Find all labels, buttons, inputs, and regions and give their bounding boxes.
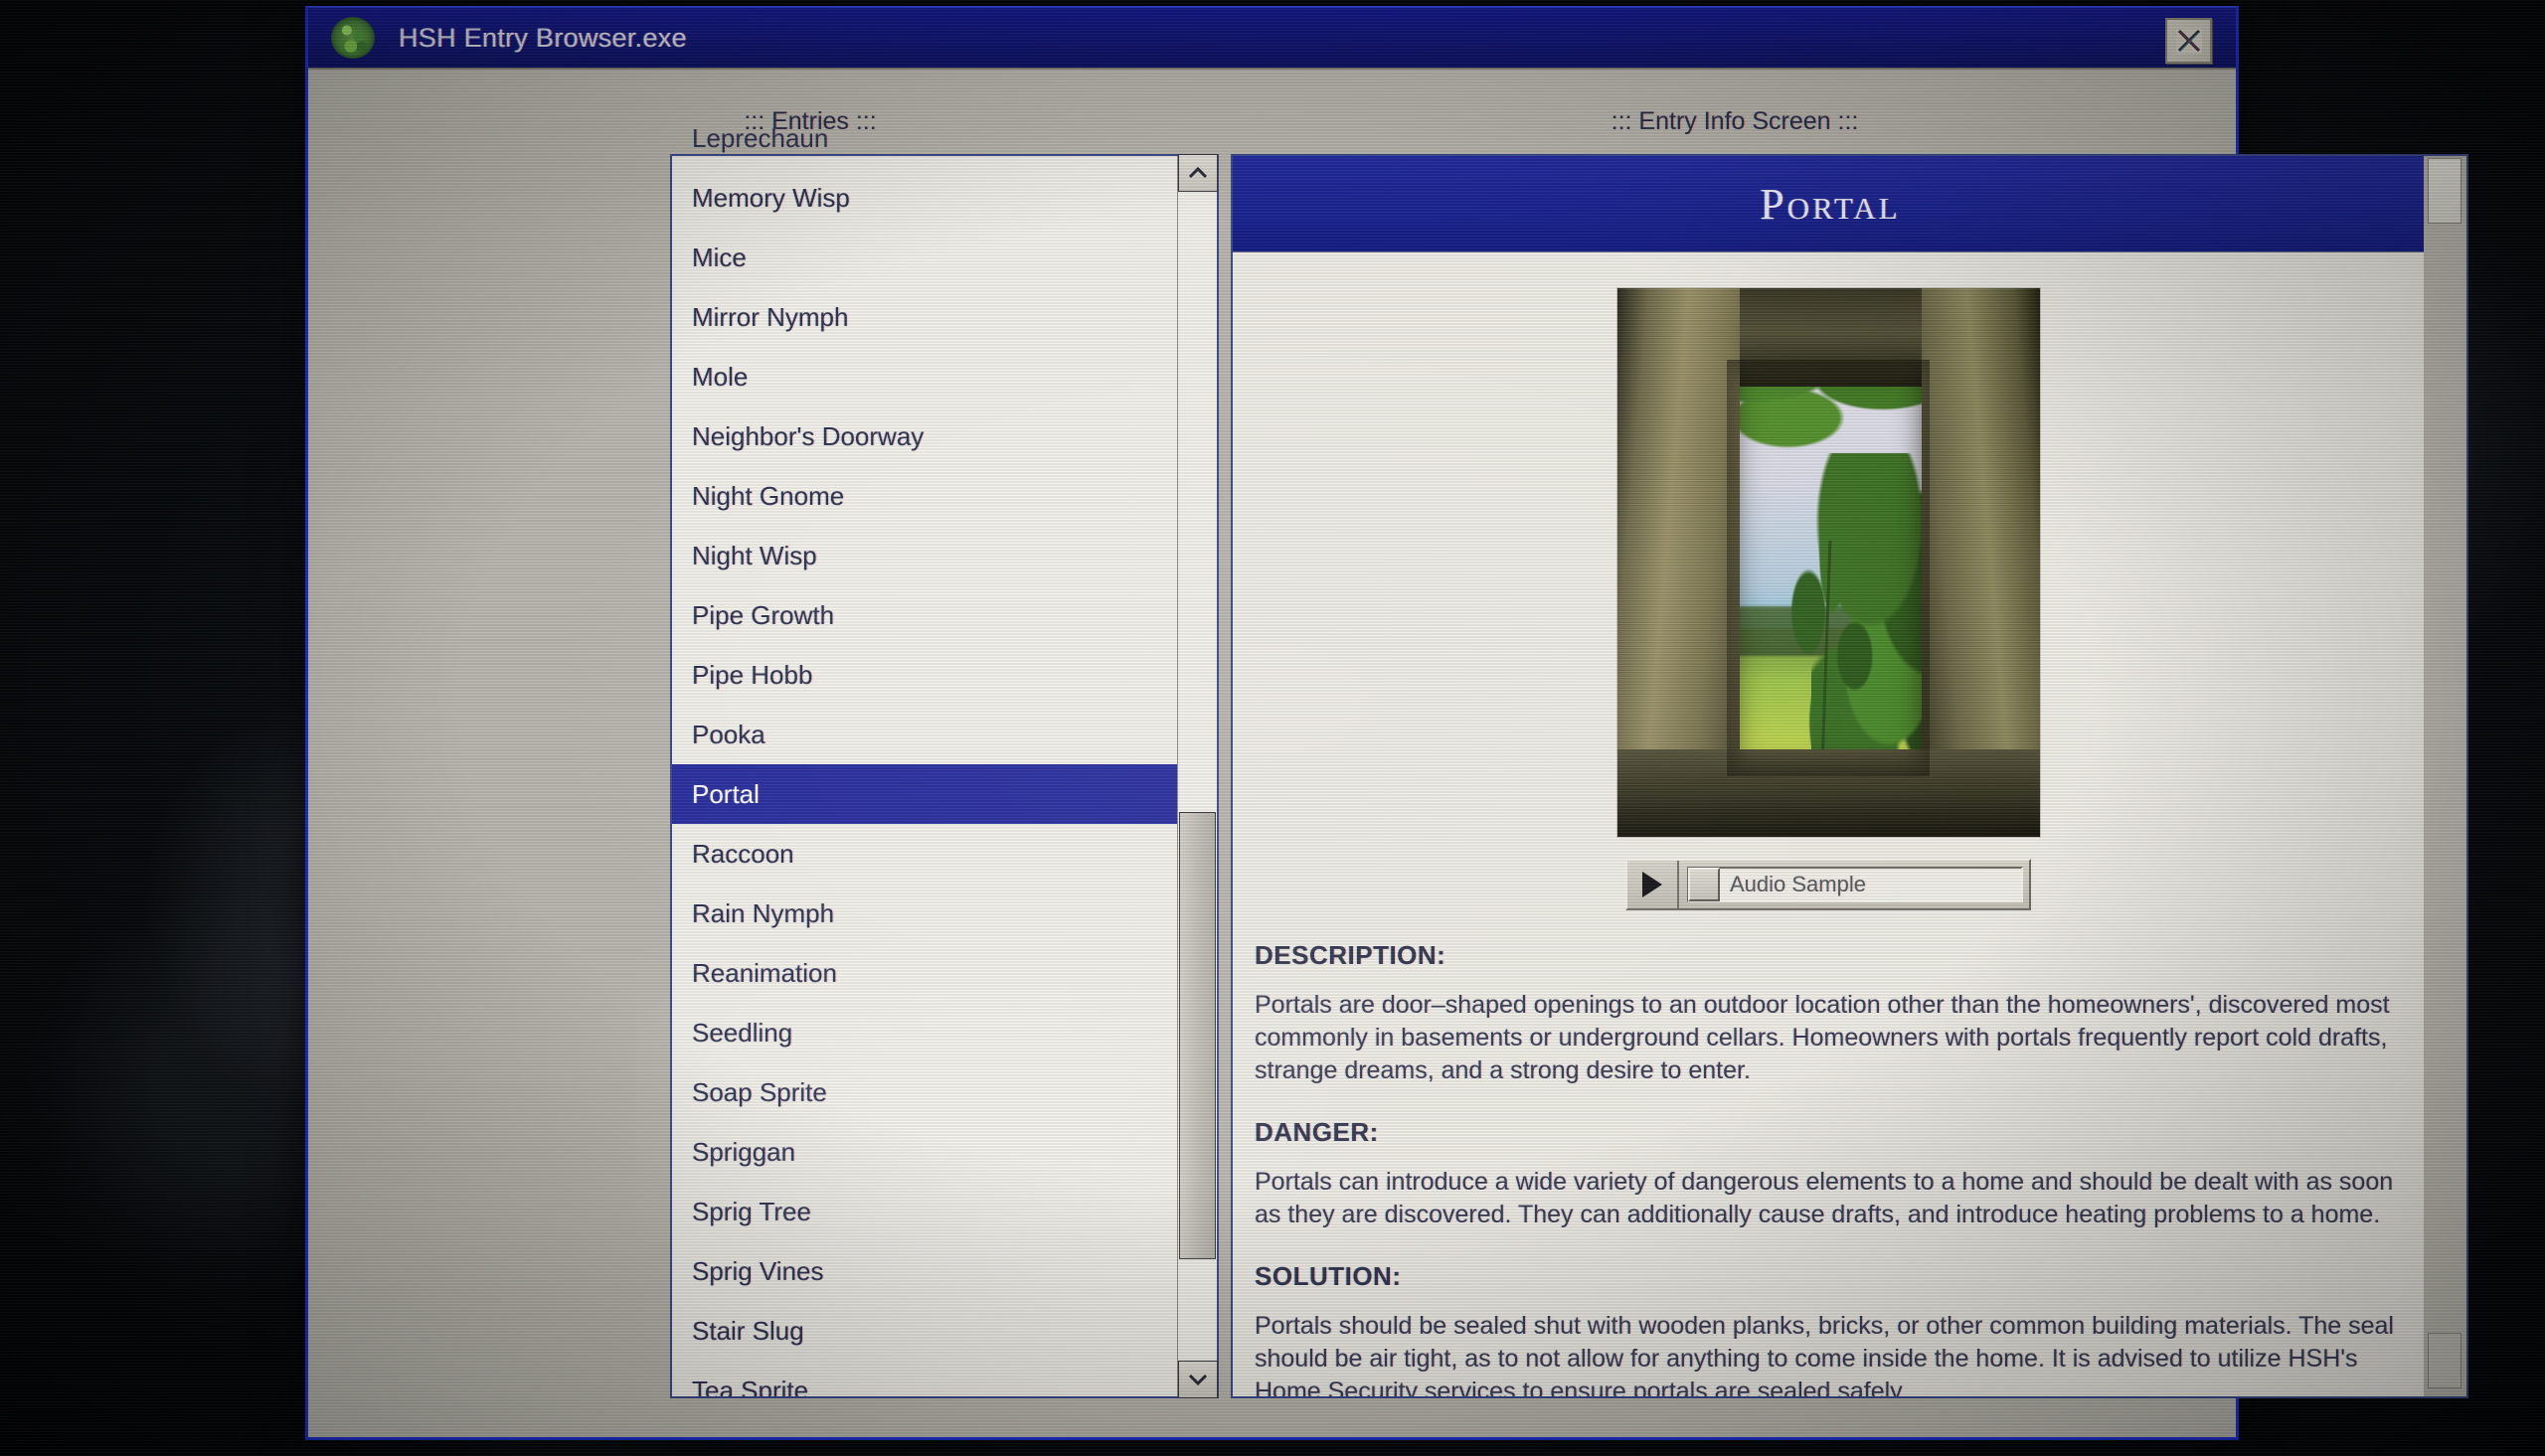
close-x-icon [2175, 28, 2202, 54]
section-body: Portals are door–shaped openings to an o… [1255, 991, 2390, 1084]
chevron-up-icon [1188, 166, 1208, 179]
entry-image [1616, 288, 2040, 837]
scrollbar-thumb[interactable] [1179, 812, 1216, 1259]
entries-list-item[interactable]: Tea Sprite [672, 1361, 1177, 1396]
entries-list-item[interactable]: Spriggan [672, 1122, 1177, 1182]
application-window: HSH Entry Browser.exe ::: Entries ::: ::… [305, 6, 2468, 1440]
entry-info-body: Audio Sample DESCRIPTION: Portals are doo… [1233, 252, 2424, 1396]
entries-list-item[interactable]: Soap Sprite [672, 1062, 1177, 1122]
entries-list-item[interactable]: Rain Nymph [672, 884, 1177, 943]
entries-list-item[interactable]: Mole [672, 347, 1177, 406]
entry-info-scrollbar-box[interactable] [2428, 1333, 2461, 1388]
entries-list-item[interactable]: Neighbor's Doorway [672, 406, 1177, 466]
entries-list[interactable]: Leprechaun Memory Wisp Mice Mirror Nymph Mol… [672, 108, 1177, 1396]
entry-title-bar: Portal [1233, 156, 2428, 252]
entries-list-item[interactable]: Seedling [672, 1003, 1177, 1062]
entry-info-panel: Portal Audio Sample DESCRIPTION: Portals… [1231, 154, 2468, 1398]
section-heading: DANGER: [1255, 1117, 1379, 1147]
play-button[interactable] [1627, 861, 1679, 908]
title-bar[interactable]: HSH Entry Browser.exe [308, 8, 2236, 70]
entries-list-item[interactable]: Night Gnome [672, 466, 1177, 526]
info-caption: ::: Entry Info Screen ::: [1611, 107, 1859, 135]
audio-slider-handle[interactable] [1688, 868, 1720, 901]
play-triangle-icon [1642, 872, 1662, 897]
close-button[interactable] [2165, 18, 2212, 64]
entries-list-item[interactable]: Memory Wisp [672, 168, 1177, 228]
section-heading: DESCRIPTION: [1255, 940, 1446, 970]
window-title: HSH Entry Browser.exe [399, 22, 687, 53]
entries-list-item[interactable]: Reanimation [672, 943, 1177, 1003]
scroll-down-button[interactable] [1178, 1361, 1218, 1398]
entries-list-item[interactable]: Mirror Nymph [672, 287, 1177, 347]
entry-info-scrollbar-thumb[interactable] [2428, 158, 2461, 224]
entries-list-item[interactable]: Pooka [672, 705, 1177, 764]
entries-list-item[interactable]: Leprechaun [672, 108, 1177, 168]
section-body: Portals should be sealed shut with woode… [1255, 1312, 2394, 1396]
entries-list-item[interactable]: Pipe Hobb [672, 645, 1177, 705]
entries-list-item[interactable]: Mice [672, 228, 1177, 287]
audio-sample-label: Audio Sample [1730, 872, 1866, 896]
entry-info-scrollbar[interactable] [2424, 156, 2466, 1396]
section-heading: SOLUTION: [1255, 1261, 1402, 1291]
entry-title: Portal [1760, 179, 1901, 229]
entries-list-item[interactable]: Sprig Tree [672, 1182, 1177, 1241]
entries-list-item[interactable]: Night Wisp [672, 526, 1177, 585]
audio-player: Audio Sample [1625, 859, 2031, 910]
chevron-down-icon [1188, 1374, 1208, 1386]
section-body: Portals can introduce a wide variety of … [1255, 1168, 2394, 1228]
entry-text-sections: DESCRIPTION: Portals are door–shaped open… [1255, 940, 2424, 1396]
entries-list-item[interactable]: Pipe Growth [672, 585, 1177, 645]
entries-list-panel: Leprechaun Memory Wisp Mice Mirror Nymph Mol… [670, 123, 1219, 1398]
audio-slider[interactable]: Audio Sample [1687, 867, 2023, 902]
scroll-up-button[interactable] [1178, 154, 1218, 192]
entries-list-item[interactable]: Stair Slug [672, 1301, 1177, 1361]
entries-list-item[interactable]: Raccoon [672, 824, 1177, 884]
entries-list-item[interactable]: Sprig Vines [672, 1241, 1177, 1301]
entries-scrollbar[interactable] [1177, 154, 1218, 1398]
entries-list-item[interactable]: Portal [672, 764, 1177, 824]
globe-icon [331, 17, 375, 59]
